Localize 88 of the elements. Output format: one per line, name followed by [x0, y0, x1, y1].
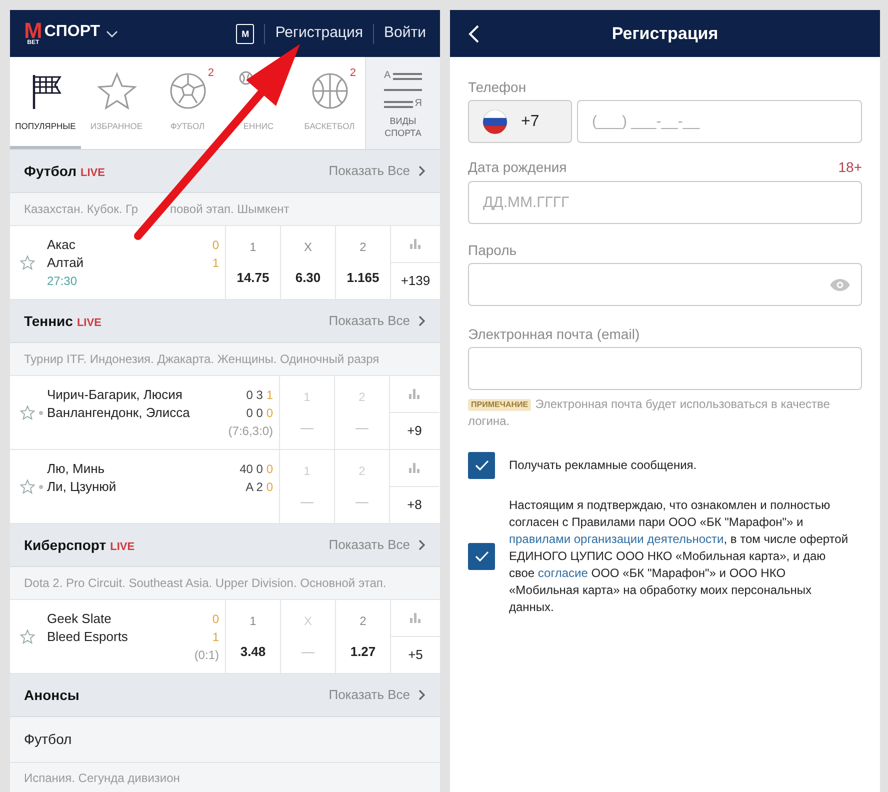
team-name: Bleed Esports: [47, 628, 128, 646]
section-title: Футбол: [24, 162, 77, 181]
team-score: 1: [212, 628, 219, 646]
team-score: 0: [212, 610, 219, 628]
chevron-right-icon: [418, 539, 426, 551]
team-name: Ванлангендонк, Элисса: [47, 404, 190, 422]
birth-date-field[interactable]: ДД.ММ.ГГГГ: [468, 181, 862, 224]
header-link[interactable]: Войти: [384, 22, 426, 45]
note-tag: ПРИМЕЧАНИЕ: [468, 399, 532, 411]
stats-icon[interactable]: [410, 613, 422, 623]
email-field[interactable]: [468, 347, 862, 390]
more-markets-button[interactable]: +5: [391, 637, 440, 673]
gift-button[interactable]: М: [236, 24, 254, 44]
favorite-star-icon[interactable]: [20, 255, 35, 270]
stats-icon[interactable]: [410, 239, 422, 249]
league-name: повой этап. Шымкент: [170, 201, 290, 218]
basketball-icon: [310, 71, 350, 111]
all-sports-button[interactable]: А Я ВИДЫ СПОРТА: [365, 57, 440, 149]
section-title: Киберспорт: [24, 536, 106, 555]
field-label: Пароль: [468, 241, 518, 259]
chevron-right-icon: [418, 165, 426, 177]
chevron-down-icon[interactable]: [106, 30, 118, 38]
checkbox-label: Настоящим я подтверждаю, что ознакомлен и полностью согласен с Правилами пари ООО «БК "Марафон"» и правилами организации деятельности, в том числе офертой ЕДИНОГО ЦУПИС ООО НКО «Мобильная карта», и даю свое согласие ООО «БК "Марафон"» и ООО НКО «Мобильная карта» на обработку моих персональных данных.: [509, 497, 850, 616]
set-scores: (0:1): [194, 646, 219, 664]
odds-cell[interactable]: 1 14.75: [225, 226, 280, 299]
league-name: Турнир ITF. Индонезия. Джакарта. Женщины. Одиночный разря: [24, 351, 380, 368]
more-markets-button[interactable]: +8: [390, 487, 439, 523]
odds-cell[interactable]: 2 1.27: [335, 600, 390, 673]
favorite-star-icon[interactable]: [20, 629, 35, 644]
screen-title: Регистрация: [610, 22, 720, 45]
sport-tab[interactable]: 2 ФУТБОЛ: [152, 57, 223, 149]
odds-cell[interactable]: X 6.30: [280, 226, 335, 299]
link[interactable]: согласие: [538, 566, 588, 580]
team-score: 0 0 0: [246, 404, 273, 422]
odds-cell[interactable]: 1 3.48: [225, 600, 280, 673]
country-code-select[interactable]: +7: [468, 100, 572, 143]
live-label: LIVE: [110, 540, 135, 554]
team-score: 0: [212, 236, 219, 254]
chevron-right-icon: [418, 689, 426, 701]
team-score: A 2 0: [246, 478, 273, 496]
checkmark-icon: [474, 551, 488, 562]
stats-icon[interactable]: [408, 389, 420, 399]
team-score: 0 3 1: [246, 386, 273, 404]
star-icon: [96, 71, 136, 111]
live-label: LIVE: [76, 316, 102, 330]
phone-field[interactable]: (___) ___-__-__: [577, 100, 862, 143]
favorite-star-icon[interactable]: [20, 479, 35, 494]
note-text: ПРИМЕЧАНИЕ Электронная почта будет использоваться в качестве логина.: [468, 396, 831, 430]
back-icon[interactable]: [468, 24, 480, 44]
set-scores: (7:6,3:0): [228, 422, 273, 440]
team-name: Ли, Цзунюй: [47, 478, 116, 496]
count-label: 2: [350, 66, 356, 81]
more-markets-button[interactable]: +9: [390, 413, 439, 449]
league-name: Казахстан. Кубок. Гр: [24, 201, 138, 218]
chevron-right-icon: [418, 315, 426, 327]
team-name: Geek Slate: [47, 610, 112, 628]
team-score: 1: [212, 254, 219, 272]
header-link[interactable]: Регистрация: [275, 22, 364, 45]
count-label: 2: [208, 66, 214, 81]
team-name: Чирич-Багарик, Люсия: [47, 386, 182, 404]
field-label: Электронная почта (email): [468, 325, 641, 343]
age-label: 18+: [838, 158, 862, 176]
field-label: Телефон: [468, 78, 528, 96]
football-icon: [168, 71, 208, 111]
odds-cell[interactable]: 2 1.165: [335, 226, 390, 299]
league-name: Dota 2. Pro Circuit. Southeast Asia. Upper Division. Основной этап.: [24, 575, 386, 592]
team-name: Лю, Минь: [47, 460, 105, 478]
section-title: Теннис: [24, 312, 73, 330]
link[interactable]: правилами организации деятельности: [509, 532, 724, 546]
team-score: 40 0 0: [240, 460, 273, 478]
league-row: Испания. Сегунда дивизион: [24, 771, 180, 785]
more-markets-button[interactable]: +139: [391, 263, 440, 299]
team-name: Алтай: [47, 254, 84, 272]
favorite-star-icon[interactable]: [20, 405, 35, 420]
checkmark-icon: [474, 460, 488, 471]
eye-icon[interactable]: [829, 278, 851, 292]
match-time: 27:30: [47, 272, 78, 290]
checkbox-label: Получать рекламные сообщения.: [509, 457, 698, 474]
checkbox[interactable]: [468, 452, 495, 479]
russia-flag-icon: [483, 110, 507, 134]
live-label: LIVE: [80, 166, 105, 180]
section-title: Анонсы: [24, 686, 80, 704]
field-label: Дата рождения: [468, 158, 567, 176]
checkbox[interactable]: [468, 543, 495, 570]
password-field[interactable]: [468, 263, 862, 306]
team-name: Акас: [47, 236, 76, 254]
stats-icon[interactable]: [408, 463, 420, 473]
sport-tab[interactable]: 2 БАСКЕТБОЛ: [294, 57, 365, 149]
